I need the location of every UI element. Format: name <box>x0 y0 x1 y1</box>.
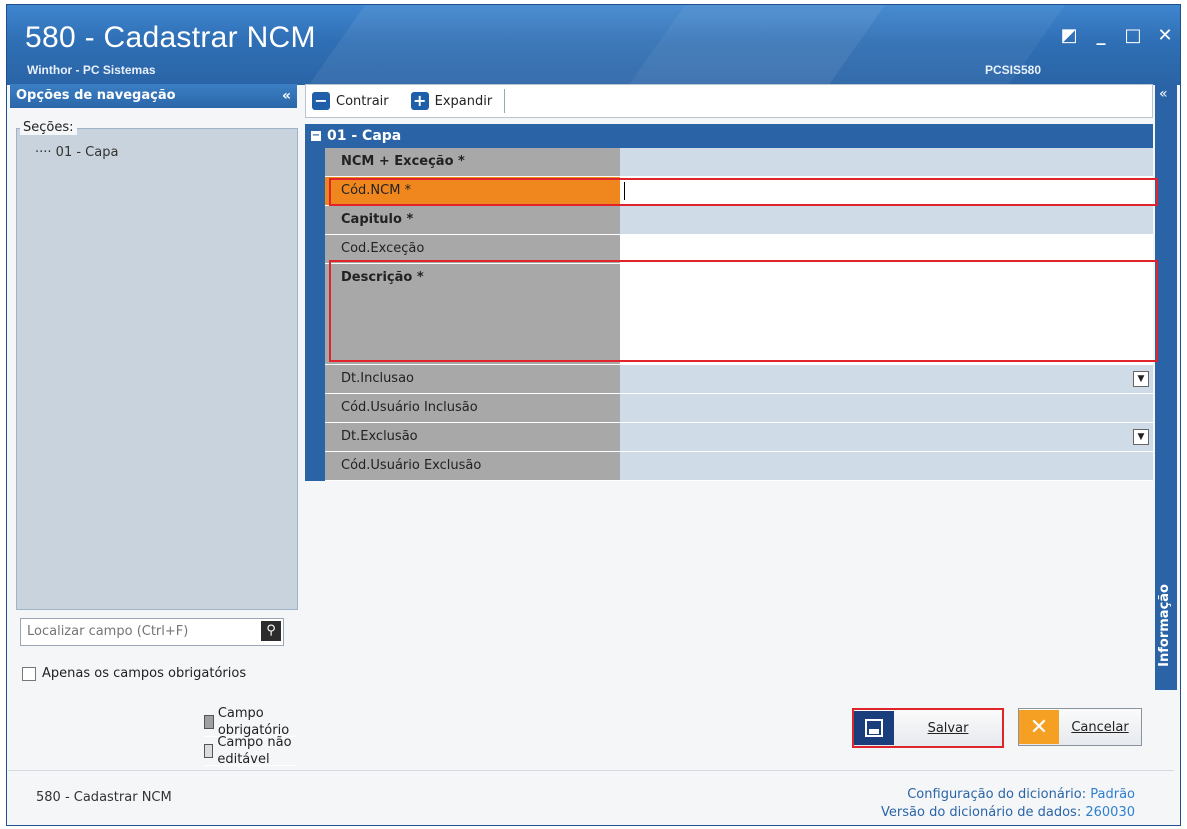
title-bar: 580 - Cadastrar NCM Winthor - PC Sistema… <box>7 5 1180 85</box>
search-input[interactable] <box>21 619 261 643</box>
field-row-cod-ncm: Cód.NCM * <box>325 177 1153 206</box>
field-row-dt-exclusao: Dt.Exclusão ▼ <box>325 423 1153 452</box>
legend-non-editable-label: Campo não editável <box>217 735 292 767</box>
field-row-dt-inclusao: Dt.Inclusao ▼ <box>325 365 1153 394</box>
floppy-disk-icon <box>854 711 894 745</box>
legend: Campo obrigatório Campo não editável <box>204 706 297 767</box>
save-button[interactable]: Salvar <box>852 708 1004 748</box>
required-only-checkbox[interactable] <box>22 666 36 681</box>
descricao-textarea[interactable] <box>620 264 1153 364</box>
close-icon[interactable]: ✕ <box>1156 25 1174 46</box>
save-label: Salvar <box>927 720 969 736</box>
info-panel[interactable]: « Informação <box>1155 84 1177 690</box>
dt-exclusao-field: ▼ <box>620 423 1153 451</box>
expand-button[interactable]: + Expandir <box>410 92 493 110</box>
info-panel-label: Informação <box>1157 584 1172 667</box>
navigation-panel: Opções de navegação « ···· 01 - Capa Seç… <box>10 84 298 767</box>
tree-item-capa[interactable]: ···· 01 - Capa <box>35 145 118 160</box>
navigation-header: Opções de navegação « <box>10 84 297 108</box>
section-title: 01 - Capa <box>327 128 402 144</box>
form-toolbar: − Contrair + Expandir <box>305 84 1153 118</box>
section-collapse-icon[interactable]: − <box>311 131 321 141</box>
maximize-icon[interactable]: □ <box>1124 25 1142 46</box>
footer-routine-title: 580 - Cadastrar NCM <box>36 790 172 805</box>
search-field: ⚲ <box>20 618 284 646</box>
sections-label: Seções: <box>20 120 77 135</box>
field-label: Cód.NCM * <box>325 177 620 205</box>
required-swatch <box>204 715 214 729</box>
window-title: 580 - Cadastrar NCM <box>25 21 316 54</box>
collapse-label: Contrair <box>336 93 389 109</box>
version-value: 260030 <box>1085 805 1135 820</box>
x-icon: ✕ <box>1019 710 1059 744</box>
field-row-usuario-inclusao: Cód.Usuário Inclusão <box>325 394 1153 423</box>
field-label: Capitulo * <box>325 206 620 234</box>
field-row-capitulo: Capitulo * <box>325 206 1153 235</box>
footer-dictionary-info: Configuração do dicionário: Padrão Versã… <box>881 786 1135 822</box>
sections-tree: ···· 01 - Capa <box>16 128 298 610</box>
cod-excecao-input[interactable] <box>620 235 1153 263</box>
expand-label: Expandir <box>434 93 493 109</box>
field-row-descricao: Descrição * <box>325 264 1153 365</box>
navigation-title: Opções de navegação <box>16 88 176 103</box>
field-row-usuario-exclusao: Cód.Usuário Exclusão <box>325 452 1153 481</box>
routine-code: PCSIS580 <box>985 63 1042 77</box>
field-row-cod-excecao: Cod.Exceção <box>325 235 1153 264</box>
text-cursor <box>624 182 625 200</box>
field-value-usuario-exclusao <box>620 452 1153 480</box>
version-label: Versão do dicionário de dados: <box>881 805 1082 820</box>
toolbar-divider <box>504 89 506 113</box>
collapse-nav-icon[interactable]: « <box>282 84 291 108</box>
field-value-capitulo <box>620 206 1153 234</box>
collapse-button[interactable]: − Contrair <box>312 92 389 110</box>
required-only-toggle[interactable]: Apenas os campos obrigatórios <box>22 666 246 681</box>
field-rows: NCM + Exceção * Cód.NCM * Capitulo * Cod… <box>305 148 1153 481</box>
field-row-ncm-excecao: NCM + Exceção * <box>325 148 1153 177</box>
search-icon[interactable]: ⚲ <box>261 621 281 641</box>
cod-ncm-input[interactable] <box>620 177 1153 205</box>
config-value: Padrão <box>1090 787 1135 802</box>
field-label: Descrição * <box>325 264 620 364</box>
required-only-label: Apenas os campos obrigatórios <box>42 666 247 681</box>
cancel-button[interactable]: ✕ Cancelar <box>1018 708 1142 746</box>
minimize-icon[interactable]: _ <box>1092 25 1110 46</box>
field-label: Dt.Exclusão <box>325 423 620 451</box>
restore-icon[interactable]: ◩ <box>1060 25 1078 46</box>
section-header[interactable]: − 01 - Capa <box>305 124 1153 148</box>
non-editable-swatch <box>204 744 214 758</box>
field-label: Cód.Usuário Exclusão <box>325 452 620 480</box>
cancel-label: Cancelar <box>1071 719 1129 735</box>
plus-icon: + <box>410 92 429 110</box>
dropdown-arrow-icon[interactable]: ▼ <box>1133 429 1149 445</box>
field-label: Cod.Exceção <box>325 235 620 263</box>
window-subtitle: Winthor - PC Sistemas <box>27 63 156 77</box>
field-value-ncm-excecao <box>620 148 1153 176</box>
form-grid: − 01 - Capa NCM + Exceção * Cód.NCM * Ca… <box>305 124 1153 481</box>
field-label: Cód.Usuário Inclusão <box>325 394 620 422</box>
dropdown-arrow-icon[interactable]: ▼ <box>1133 371 1149 387</box>
footer-divider <box>8 770 1174 771</box>
config-label: Configuração do dicionário: <box>907 787 1087 802</box>
field-label: Dt.Inclusao <box>325 365 620 393</box>
collapse-info-icon[interactable]: « <box>1159 86 1168 102</box>
minus-icon: − <box>312 92 330 110</box>
window-controls: ◩ _ □ ✕ <box>1060 25 1174 46</box>
field-value-usuario-inclusao <box>620 394 1153 422</box>
dt-inclusao-field: ▼ <box>620 365 1153 393</box>
field-label: NCM + Exceção * <box>325 148 620 176</box>
